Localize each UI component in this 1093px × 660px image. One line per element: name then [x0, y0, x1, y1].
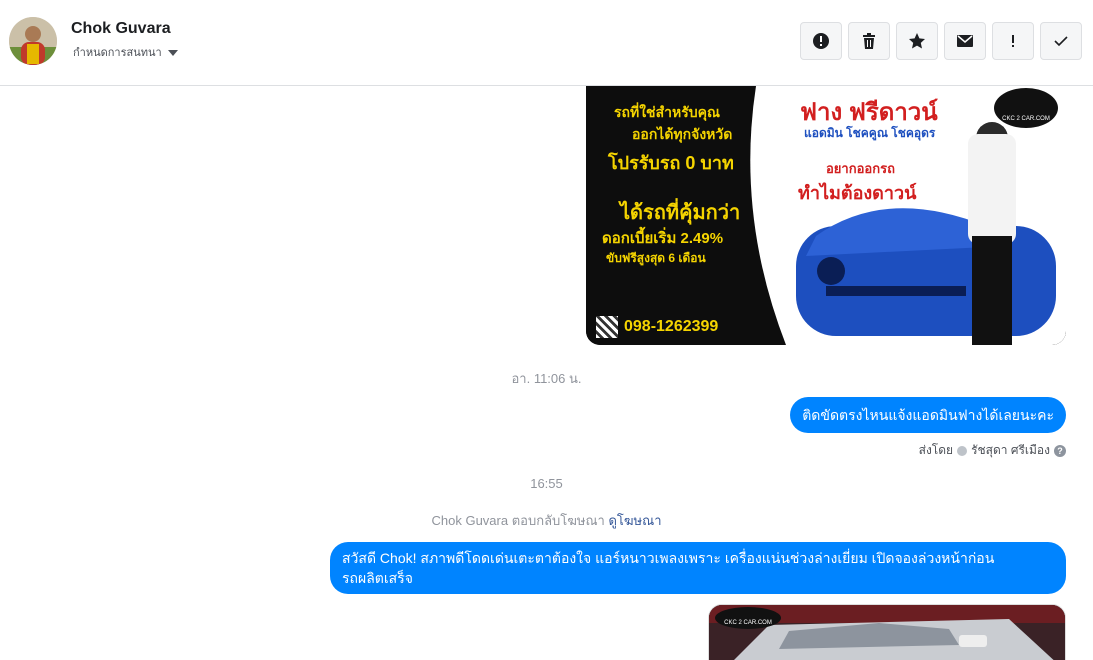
- verified-icon: [957, 445, 968, 456]
- check-icon: [1054, 36, 1068, 47]
- message-bubble[interactable]: สวัสดี Chok! สภาพดีโดดเด่นเตะตาต้องใจ แอ…: [330, 542, 1066, 594]
- timestamp: 16:55: [530, 476, 563, 491]
- mark-done-button[interactable]: [1040, 22, 1082, 60]
- delete-button[interactable]: [848, 22, 890, 60]
- conversation-label: กำหนดการสนทนา: [73, 47, 162, 59]
- ad-reply-text: Chok Guvara ตอบกลับโฆษณา: [431, 513, 605, 528]
- view-ad-link[interactable]: ดูโฆษณา: [608, 513, 661, 528]
- mark-unread-button[interactable]: [944, 22, 986, 60]
- ad-image-message[interactable]: CKC 2 CAR.COM: [708, 604, 1066, 660]
- ad-line: รถที่ใช่สำหรับคุณ: [614, 104, 720, 120]
- message-line: รถผลิตเสร็จ: [342, 570, 413, 586]
- trash-icon: [863, 33, 875, 49]
- sent-by-name[interactable]: รัชสุดา ศรีเมือง: [971, 441, 1050, 460]
- message-bubble[interactable]: ติดขัดตรงไหนแจ้งแอดมินฟางได้เลยนะคะ: [790, 397, 1066, 433]
- avatar[interactable]: [9, 17, 57, 65]
- ad-tagline: ทำไมต้องดาวน์: [798, 183, 917, 203]
- star-button[interactable]: [896, 22, 938, 60]
- ad-sub-headline: แอดมิน โชคคูณ โชคอุดร: [804, 126, 936, 140]
- contact-name[interactable]: Chok Guvara: [71, 20, 171, 38]
- ad-image-message[interactable]: รถที่ใช่สำหรับคุณ ออกได้ทุกจังหวัด โปรรั…: [586, 86, 1066, 345]
- star-icon: [909, 33, 925, 49]
- sent-by-info: ส่งโดย รัชสุดา ศรีเมือง ?: [919, 441, 1066, 460]
- mark-spam-button[interactable]: [800, 22, 842, 60]
- ad-line: โปรรับรถ 0 บาท: [608, 153, 734, 173]
- ad-line: ได้รถที่คุ้มกว่า: [620, 202, 741, 224]
- sent-by-label: ส่งโดย: [918, 443, 954, 457]
- ad-reply-note: Chok Guvara ตอบกลับโฆษณา ดูโฆษณา: [0, 510, 1093, 531]
- timestamp: อา. 11:06 น.: [511, 371, 582, 386]
- ad-tagline: อยากออกรถ: [826, 161, 895, 176]
- ad-phone: 098-1262399: [624, 318, 719, 335]
- conversation-thread[interactable]: รถที่ใช่สำหรับคุณ ออกได้ทุกจังหวัด โปรรั…: [0, 86, 1093, 660]
- ad-logo-text: CKC 2 CAR.COM: [724, 620, 772, 626]
- follow-up-button[interactable]: [992, 22, 1034, 60]
- help-icon[interactable]: ?: [1054, 444, 1066, 457]
- qr-code-icon: [596, 316, 618, 338]
- ad-logo-text: CKC 2 CAR.COM: [1002, 116, 1050, 122]
- conversation-header: Chok Guvara กำหนดการสนทนา: [0, 0, 1093, 86]
- ad-logo: CKC 2 CAR.COM: [994, 88, 1058, 128]
- header-actions: [800, 22, 1082, 60]
- mail-icon: [957, 35, 973, 47]
- caret-down-icon: [167, 50, 178, 56]
- ad-line: ดอกเบี้ยเริ่ม 2.49%: [602, 230, 724, 247]
- alert-circle-icon: [813, 33, 829, 49]
- exclamation-icon: [1012, 35, 1014, 47]
- ad-line: ขับฟรีสูงสุด 6 เดือน: [606, 251, 706, 265]
- ad-logo: CKC 2 CAR.COM: [715, 607, 781, 629]
- message-line: สวัสดี Chok! สภาพดีโดดเด่นเตะตาต้องใจ แอ…: [342, 550, 995, 566]
- ad-line: ออกได้ทุกจังหวัด: [632, 126, 733, 142]
- conversation-label-dropdown[interactable]: กำหนดการสนทนา: [73, 43, 178, 61]
